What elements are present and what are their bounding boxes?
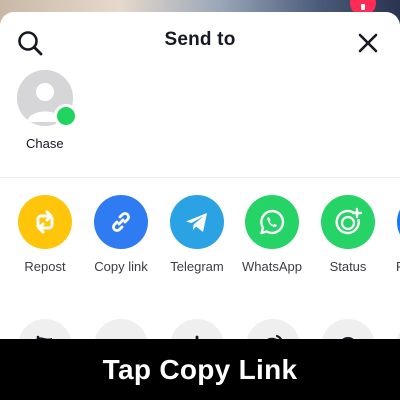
share-option-label: Repost [24,259,66,274]
share-option-label: F [396,259,400,274]
avatar-container [17,70,78,128]
sheet-header: Send to [0,12,400,70]
share-option-telegram[interactable]: Telegram [159,195,235,274]
share-option-label: Telegram [170,259,224,274]
contact-item-chase[interactable]: Chase [13,70,78,151]
recent-contacts: Chase [0,70,400,180]
share-option-repost[interactable]: Repost [7,195,83,274]
whatsapp-button[interactable] [245,195,299,249]
contact-name: Chase [26,136,64,151]
share-option-label: Status [329,259,367,274]
section-divider [0,177,400,178]
screen: Send to Chase Repost Copy link Telegram … [0,0,400,400]
repost-icon [36,210,54,234]
share-option-status[interactable]: Status [310,195,386,274]
share-option-facebook[interactable]: F [386,195,400,274]
link-icon [112,212,130,232]
close-button[interactable] [352,27,384,59]
share-option-label: Copy link [94,259,148,274]
instruction-caption: Tap Copy Link [102,353,298,385]
telegram-button[interactable] [170,195,224,249]
share-option-label: WhatsApp [242,259,302,274]
page-title: Send to [164,29,236,50]
repost-button[interactable] [18,195,72,249]
telegram-icon [186,213,207,232]
share-options-row: Repost Copy link Telegram WhatsApp Statu… [0,195,400,295]
share-option-copy-link[interactable]: Copy link [83,195,159,274]
whatsapp-icon [260,209,285,235]
copy-link-button[interactable] [94,195,148,249]
status-button[interactable] [321,195,375,249]
instruction-caption-bar: Tap Copy Link [0,339,400,400]
online-status-indicator [54,104,78,128]
status-icon [335,207,363,235]
share-option-whatsapp[interactable]: WhatsApp [234,195,310,274]
close-icon [358,33,378,53]
